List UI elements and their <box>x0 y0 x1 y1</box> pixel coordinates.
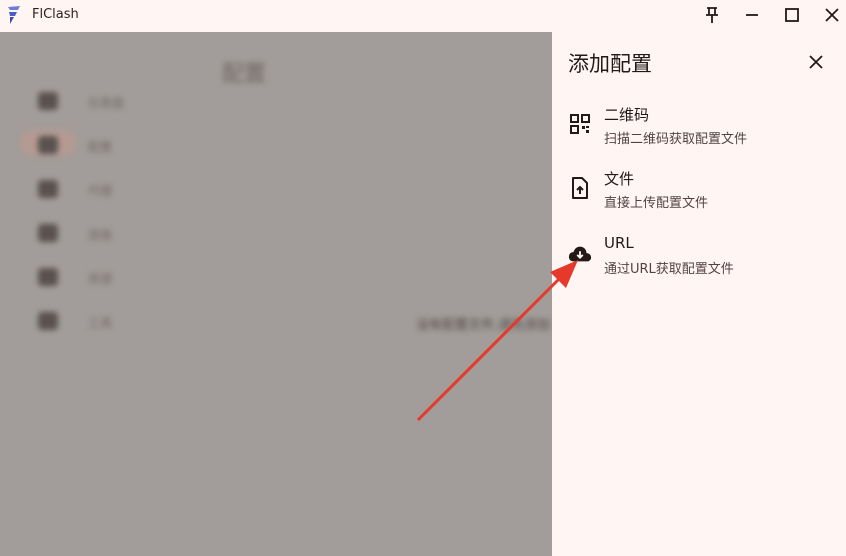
nav-label: 配置 <box>88 140 113 154</box>
option-subtitle: 直接上传配置文件 <box>604 196 709 211</box>
maximize-icon <box>785 8 799 22</box>
nav-label: 仪表盘 <box>88 96 125 110</box>
option-title: 文件 <box>604 170 635 188</box>
panel-close-button[interactable] <box>804 50 828 74</box>
nav-label: 代理 <box>88 184 113 198</box>
window-close-button[interactable] <box>818 2 846 28</box>
app-title: FlClash <box>32 7 79 22</box>
cloud-download-icon <box>568 242 592 266</box>
resource-icon <box>38 268 58 286</box>
nav-label: 工具 <box>88 316 113 330</box>
tools-icon <box>38 312 58 330</box>
option-title: 二维码 <box>604 106 650 124</box>
nav-item-tools: 工具 <box>38 310 158 338</box>
blurred-content: 配置 仪表盘 配置 代理 连接 资源 工具 没有配置文件,请先添加 <box>0 32 552 556</box>
dashboard-icon <box>38 92 58 110</box>
option-file[interactable]: 文件 直接上传配置文件 <box>552 162 846 220</box>
nav-item-connections: 连接 <box>38 222 158 250</box>
nav-item-profiles: 配置 <box>38 134 158 162</box>
option-title: URL <box>604 234 634 252</box>
option-qrcode[interactable]: 二维码 扫描二维码获取配置文件 <box>552 98 846 156</box>
option-subtitle: 通过URL获取配置文件 <box>604 262 734 277</box>
maximize-button[interactable] <box>778 2 806 28</box>
file-upload-icon <box>568 176 592 200</box>
nav-item-proxies: 代理 <box>38 178 158 206</box>
bg-page-title: 配置 <box>222 62 267 87</box>
option-subtitle: 扫描二维码获取配置文件 <box>604 132 748 147</box>
pin-icon <box>706 7 718 23</box>
minimize-button[interactable] <box>738 2 766 28</box>
close-icon <box>825 8 839 22</box>
panel-title: 添加配置 <box>568 52 652 76</box>
modal-scrim[interactable]: 配置 仪表盘 配置 代理 连接 资源 工具 没有配置文件,请先添加 <box>0 32 552 556</box>
connection-icon <box>38 224 58 242</box>
nav-label: 资源 <box>88 272 113 286</box>
nav-item-dashboard: 仪表盘 <box>38 90 158 118</box>
proxy-icon <box>38 180 58 198</box>
minimize-icon <box>746 14 758 16</box>
close-icon <box>809 55 823 69</box>
nav-label: 连接 <box>88 228 113 242</box>
app-logo-icon <box>4 4 24 26</box>
empty-profiles-message: 没有配置文件,请先添加 <box>416 318 551 333</box>
option-url[interactable]: URL 通过URL获取配置文件 <box>552 228 846 286</box>
nav-item-resources: 资源 <box>38 266 158 294</box>
pin-button[interactable] <box>698 2 726 28</box>
title-bar: FlClash <box>0 0 846 32</box>
folder-icon <box>38 136 58 154</box>
qr-code-icon <box>568 112 592 136</box>
add-profile-panel: 添加配置 二维码 扫描二维码获取配置文件 文件 直接上传配置文件 URL 通过U… <box>552 32 846 556</box>
